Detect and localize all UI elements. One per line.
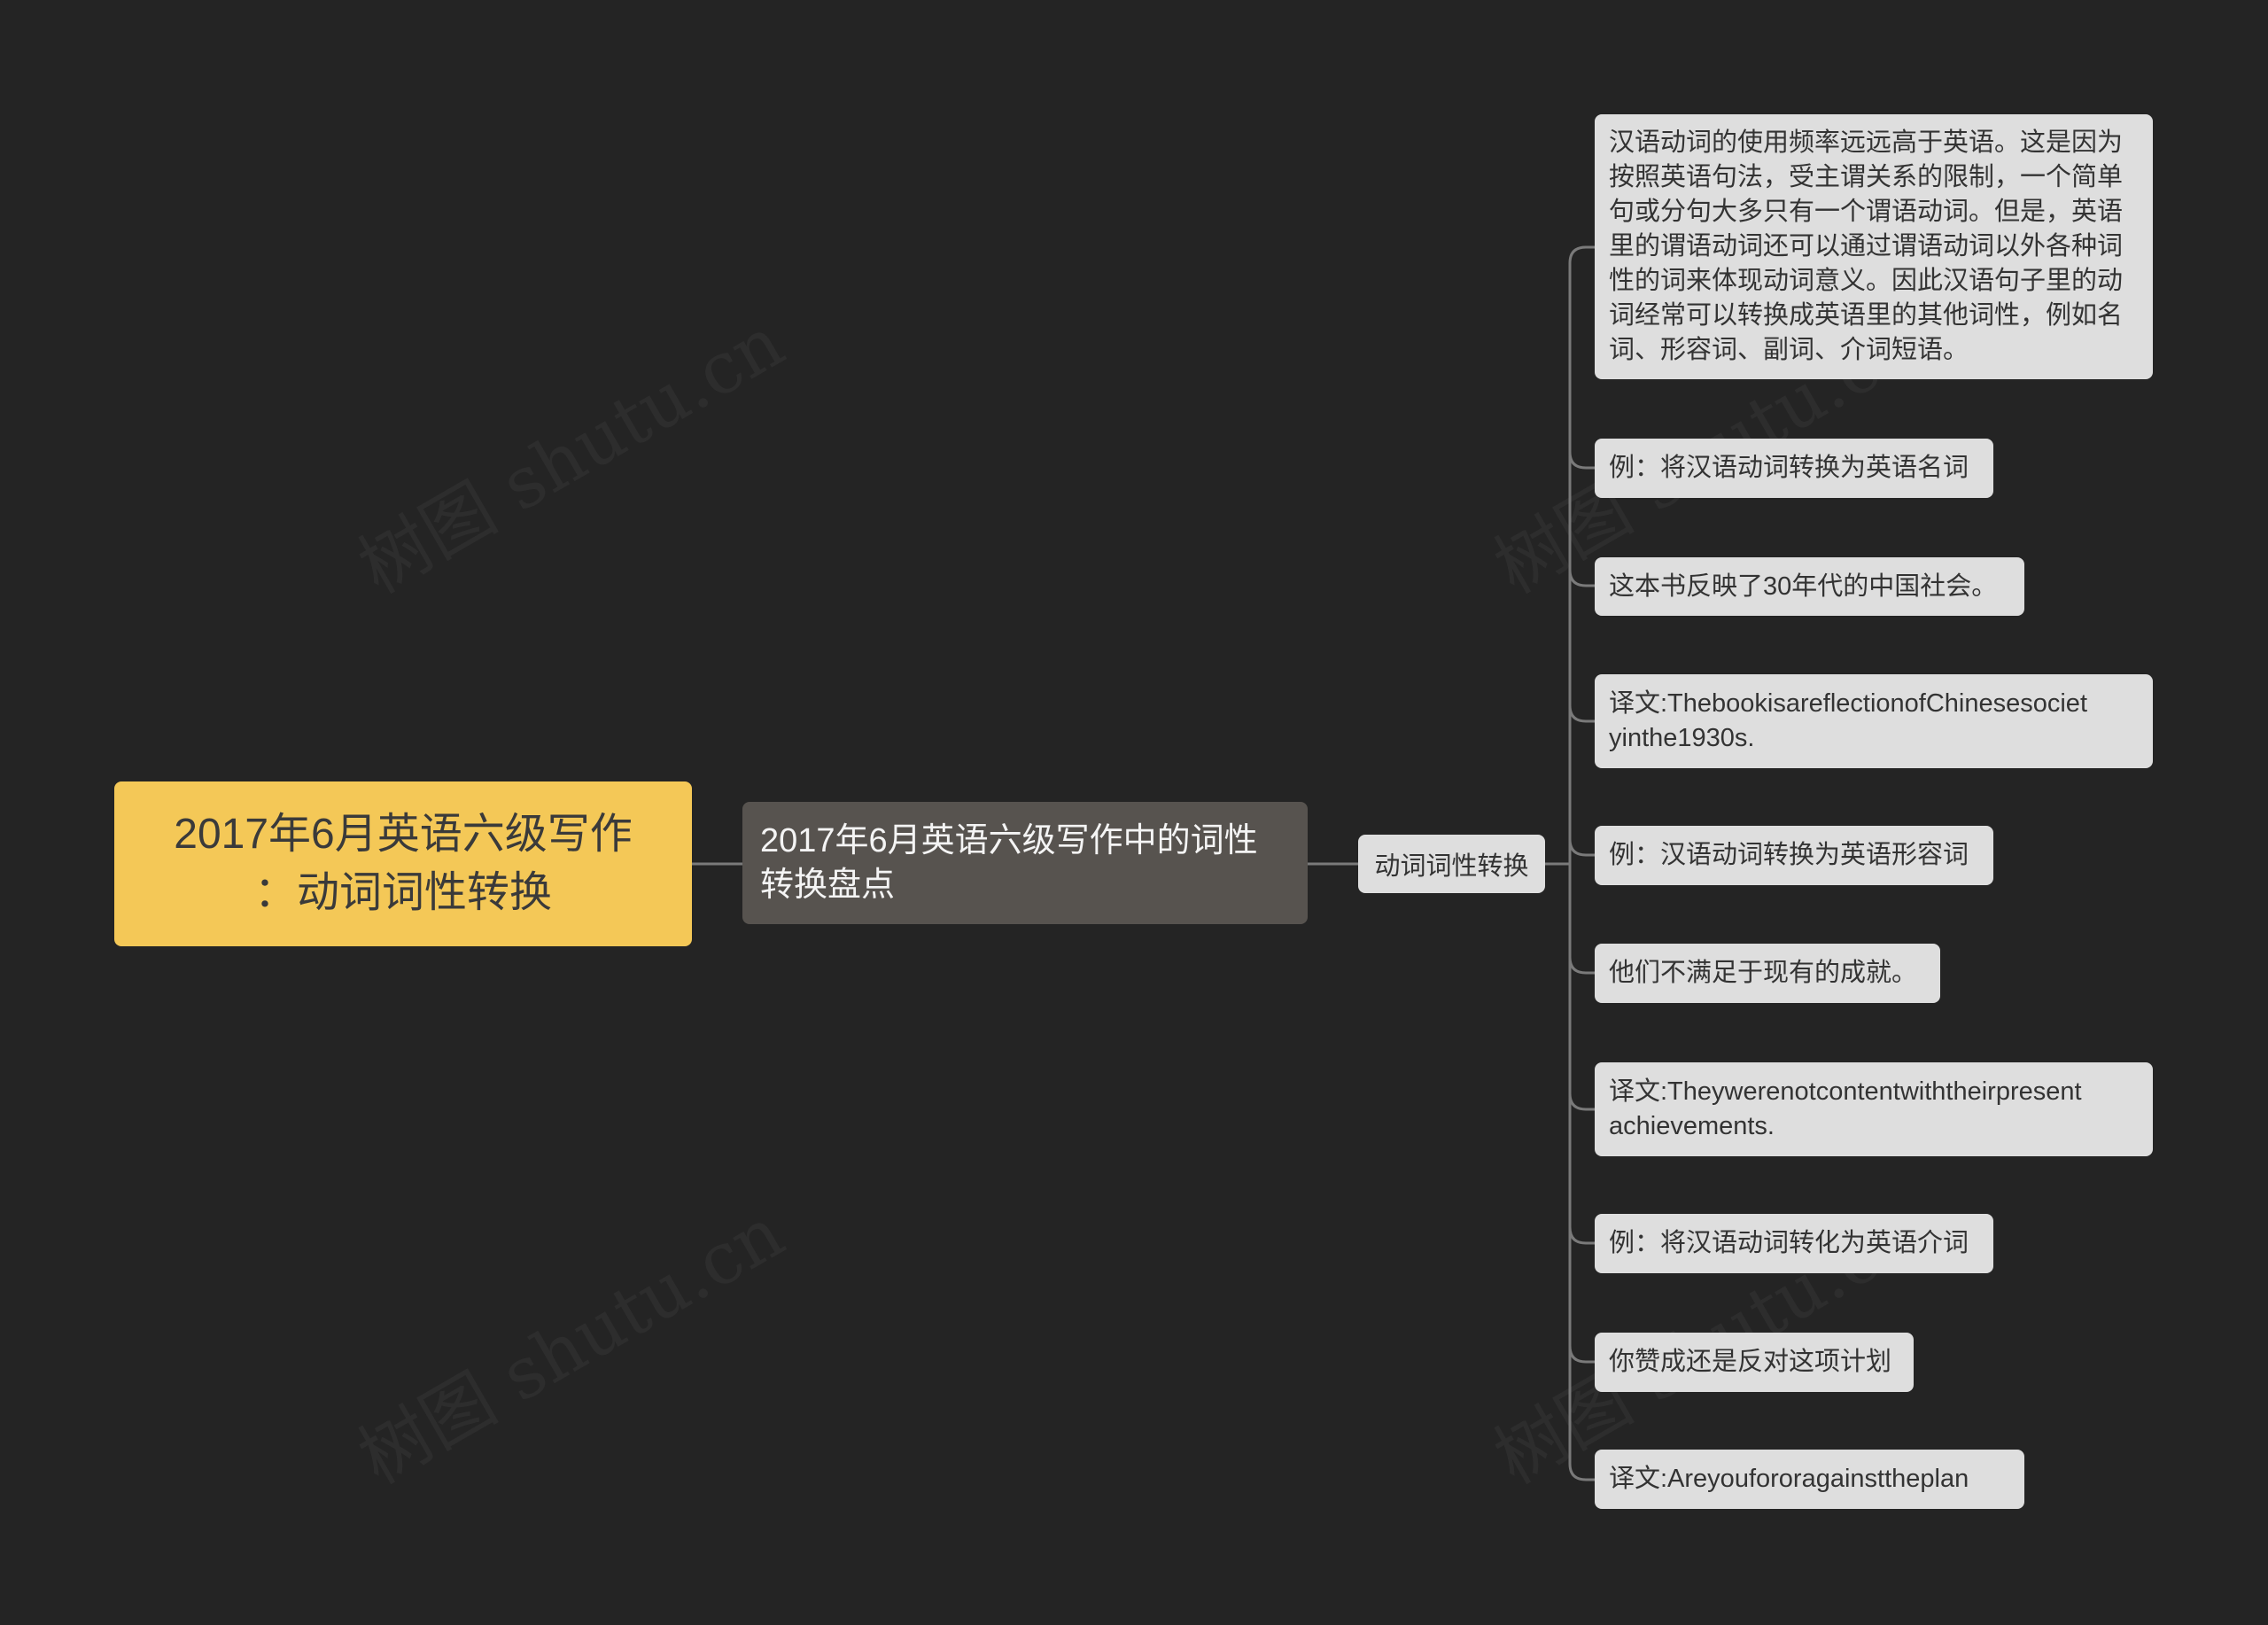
- connector-leaf-4: [1568, 704, 1595, 723]
- leaf-line: 译文:Theywerenotcontentwiththeirpresent: [1609, 1077, 2082, 1106]
- leaf-line: yinthe1930s.: [1609, 724, 1755, 752]
- mind-map-canvas: 树图 shutu.cn 树图 shutu.cn 树图 shutu.cn 树图 s…: [0, 0, 2268, 1625]
- subtopic-node: 动词词性转换: [1358, 835, 1545, 893]
- leaf-node-example-heading: 例：将汉语动词转化为英语介词: [1595, 1214, 1993, 1273]
- leaf-line: 词经常可以转换成英语里的其他词性，例如名: [1609, 301, 2124, 330]
- leaf-line: 句或分句大多只有一个谓语动词。但是，英语: [1609, 198, 2124, 226]
- leaf-node-example-sentence: 这本书反映了30年代的中国社会。: [1595, 557, 2024, 616]
- leaf-line: 例：将汉语动词转化为英语介词: [1609, 1229, 1969, 1257]
- leaf-line: 例：汉语动词转换为英语形容词: [1609, 841, 1969, 869]
- connector-leaf-2: [1568, 451, 1595, 470]
- leaf-node-example-sentence: 他们不满足于现有的成就。: [1595, 944, 1940, 1003]
- leaf-node-translation: 译文:Theywerenotcontentwiththeirpresent ac…: [1595, 1062, 2153, 1156]
- leaf-node-translation: 译文:Areyoufororagainsttheplan: [1595, 1450, 2024, 1509]
- leaf-node-translation: 译文:ThebookisareflectionofChinesesociet y…: [1595, 674, 2153, 768]
- leaf-line: 按照英语句法，受主谓关系的限制，一个简单: [1609, 163, 2124, 191]
- leaf-node-example-sentence: 你赞成还是反对这项计划: [1595, 1333, 1914, 1392]
- leaf-line: 例：将汉语动词转换为英语名词: [1609, 454, 1969, 482]
- leaf-line: 这本书反映了30年代的中国社会。: [1609, 571, 1998, 601]
- connector-leaf-9: [1568, 1345, 1595, 1364]
- leaf-line: 他们不满足于现有的成就。: [1609, 959, 1918, 987]
- leaf-line: 词、形容词、副词、介词短语。: [1609, 336, 1969, 364]
- root-topic-node: 2017年6月英语六级写作 ：动词词性转换: [114, 781, 692, 946]
- main-branch-line: 转换盘点: [760, 867, 896, 904]
- root-topic-line: ：动词词性转换: [253, 869, 552, 916]
- leaf-node-explanation: 汉语动词的使用频率远远高于英语。这是因为 按照英语句法，受主谓关系的限制，一个简…: [1595, 114, 2153, 379]
- leaf-node-example-heading: 例：汉语动词转换为英语形容词: [1595, 826, 1993, 885]
- main-branch-node: 2017年6月英语六级写作中的词性 转换盘点: [742, 802, 1308, 924]
- leaf-line: 你赞成还是反对这项计划: [1609, 1348, 1892, 1376]
- leaf-node-example-heading: 例：将汉语动词转换为英语名词: [1595, 439, 1993, 498]
- subtopic-label: 动词词性转换: [1374, 852, 1529, 881]
- connector-leaf-5: [1568, 838, 1595, 857]
- leaf-line: 性的词来体现动词意义。因此汉语句子里的动: [1609, 267, 2124, 295]
- connector-leaf-8: [1568, 1226, 1595, 1245]
- main-branch-line: 2017年6月英语六级写作中的词性: [760, 822, 1258, 859]
- leaf-line: 汉语动词的使用频率远远高于英语。这是因为: [1609, 128, 2124, 157]
- connector-trunk: [1568, 245, 1595, 1481]
- connector-leaf-6: [1568, 956, 1595, 975]
- leaf-line: achievements.: [1609, 1112, 1775, 1140]
- root-topic-line: 2017年6月英语六级写作: [174, 811, 633, 858]
- connector-leaf-3: [1568, 569, 1595, 587]
- connector-leaf-7: [1568, 1092, 1595, 1111]
- leaf-line: 译文:Areyoufororagainsttheplan: [1609, 1465, 1969, 1493]
- leaf-line: 译文:ThebookisareflectionofChinesesociet: [1609, 689, 2087, 718]
- leaf-line: 里的谓语动词还可以通过谓语动词以外各种词: [1609, 232, 2124, 260]
